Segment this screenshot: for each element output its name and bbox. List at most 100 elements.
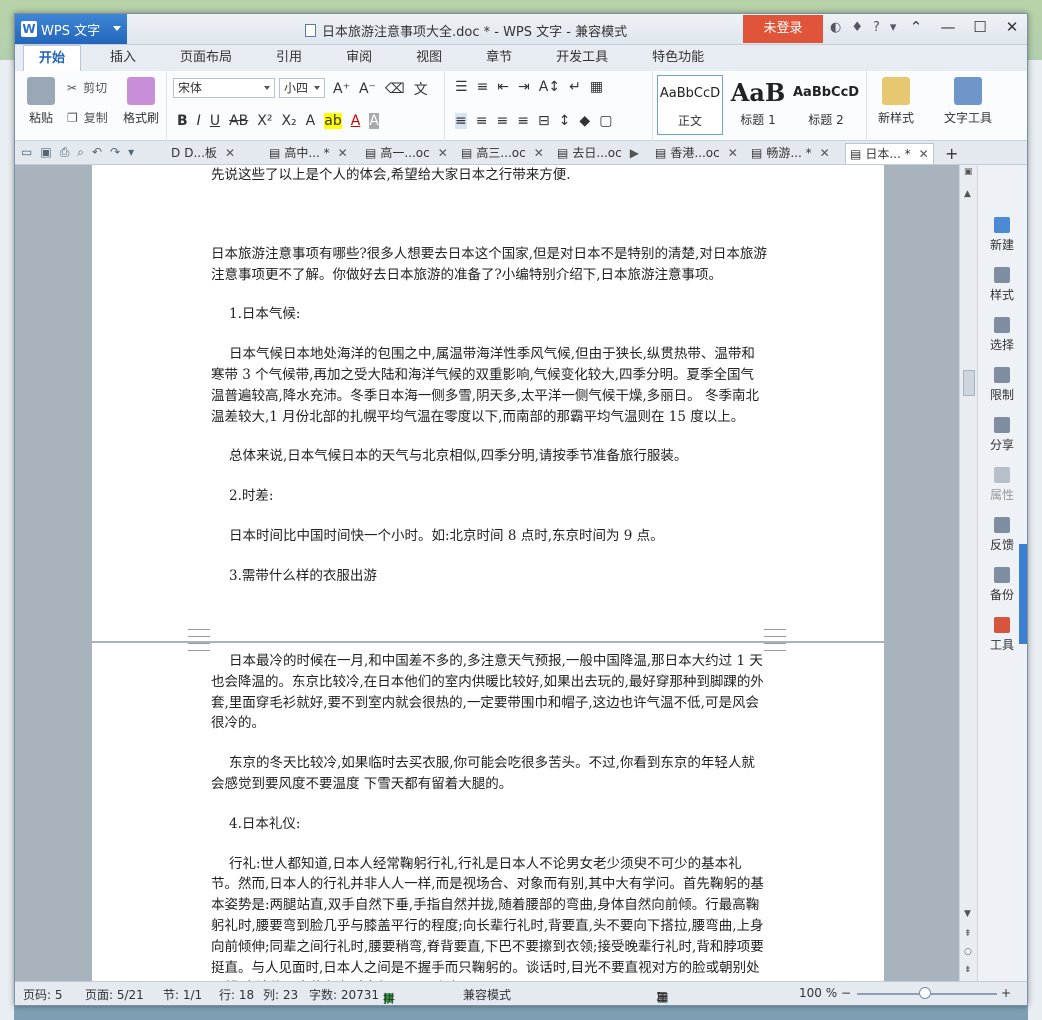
tab-review[interactable]: 审阅 [331,45,387,71]
undo-icon[interactable]: ↶ [92,145,102,160]
skin-icon[interactable]: ◐ [830,20,841,35]
doc-tab[interactable]: ▤ 高一...oc ✕ [365,143,448,164]
shrink-font-icon[interactable]: A⁻ [359,81,376,97]
indent-icon[interactable]: ⇥ [518,79,530,95]
redo-icon[interactable]: ↷ [110,145,120,160]
align-left-icon[interactable]: ≡ [455,113,467,129]
collapse-ribbon-icon[interactable]: ⌃ [905,18,927,36]
side-restrict[interactable]: 限制 [978,367,1026,403]
prev-page-icon[interactable]: ⇞ [964,929,972,939]
chevron-down-icon[interactable]: ▾ [128,145,134,160]
zoom-out-icon[interactable]: − [841,986,851,1000]
align-right-icon[interactable]: ≡ [496,113,508,129]
close-icon[interactable]: ✕ [820,143,830,164]
tab-view[interactable]: 视图 [401,45,457,71]
doc-tab[interactable]: D D...板 ✕ [171,143,235,164]
scroll-down-icon[interactable]: ▼ [964,909,971,919]
save-icon[interactable]: ▣ [40,145,51,160]
doc-tab[interactable]: ▤ 高三...oc ✕ [461,143,544,164]
status-page[interactable]: 页面: 5/21 [85,986,144,1003]
close-icon[interactable]: ✕ [1001,18,1023,36]
strikethrough-icon[interactable]: AB [229,113,248,129]
page-text[interactable]: 日本最冷的时候在一月,和中国差不多的,多注意天气预报,一般中国降温,那日本大约过… [211,651,767,981]
superscript-icon[interactable]: X² [257,113,272,129]
bold-icon[interactable]: B [177,113,188,129]
next-page-icon[interactable]: ⇟ [964,965,972,975]
tab-developer[interactable]: 开发工具 [541,45,623,71]
chevron-down-icon[interactable]: ▾ [890,20,897,35]
close-icon[interactable]: ✕ [728,143,738,164]
tab-special[interactable]: 特色功能 [637,45,719,71]
style-heading-1[interactable]: AaB 标题 1 [725,75,791,135]
number-list-icon[interactable]: ≡ [477,79,489,95]
font-name-select[interactable]: 宋体 [173,78,275,98]
print-icon[interactable]: ⎙ [60,145,70,160]
copy-button[interactable]: ❐ 复制 [67,109,108,126]
sort-icon[interactable]: A↕ [539,79,560,95]
cut-button[interactable]: ✂ 剪切 [67,79,107,96]
maximize-icon[interactable]: ☐ [969,18,991,36]
justify-icon[interactable]: ≡ [517,113,529,129]
web-view-icon[interactable]: ◫ [657,990,668,1004]
shading-icon[interactable]: ◆ [579,113,590,129]
zoom-slider-thumb[interactable] [919,987,931,999]
subscript-icon[interactable]: X₂ [281,113,296,129]
panel-toggle-icon[interactable]: ▣ [964,167,973,177]
open-icon[interactable]: ▭ [21,145,32,160]
tab-insert[interactable]: 插入 [95,45,151,71]
new-style-button[interactable]: 新样式 [867,71,925,126]
text-effect-icon[interactable]: A [306,113,316,129]
grow-font-icon[interactable]: A⁺ [333,81,350,97]
side-share[interactable]: 分享 [978,417,1026,453]
font-size-select[interactable]: 小四 [279,78,325,98]
outdent-icon[interactable]: ⇤ [497,79,509,95]
tab-references[interactable]: 引用 [261,45,317,71]
login-button[interactable]: 未登录 [743,15,823,43]
side-new[interactable]: 新建 [978,217,1026,253]
doc-tab[interactable]: ▤ 畅游... * ✕ [751,143,830,164]
clear-format-icon[interactable]: ⌫ [385,81,405,97]
tab-chapter[interactable]: 章节 [471,45,527,71]
zoom-level[interactable]: 100 % [799,986,837,1000]
minimize-icon[interactable]: — [937,18,959,36]
doc-tab[interactable]: ▤ 去日...oc ▶ [557,143,639,164]
style-normal[interactable]: AaBbCcD 正文 [657,75,723,135]
line-spacing-icon[interactable]: ↕ [559,113,571,129]
side-panel-expand-handle[interactable] [1019,544,1027,644]
close-icon[interactable]: ✕ [534,143,544,164]
vertical-scrollbar[interactable]: ▣ ▲ ▼ ⇞ ○ ⇟ [959,165,977,981]
zoom-in-icon[interactable]: + [1001,986,1011,1000]
side-style[interactable]: 样式 [978,267,1026,303]
tab-home[interactable]: 开始 [23,45,82,71]
preview-icon[interactable]: ⌕ [77,145,84,160]
doc-tab-active[interactable]: ▤ 日本... * ✕ [845,143,934,164]
phonetic-icon[interactable]: 文 [414,79,428,99]
side-select[interactable]: 选择 [978,317,1026,353]
shirt-icon[interactable]: ♦ [851,20,863,35]
format-painter-button[interactable]: 格式刷 [119,71,163,126]
side-properties[interactable]: 属性 [978,467,1026,503]
page-text[interactable]: 先说这些了以上是个人的体会,希望给大家日本之行带来方便. 日本旅游注意事项有哪些… [211,165,767,606]
status-words[interactable]: 字数: 20731 [309,986,379,1003]
paste-button[interactable]: 粘贴 [21,71,61,126]
scroll-up-icon[interactable]: ▲ [964,189,971,199]
highlight-icon[interactable]: ab [324,113,342,129]
close-icon[interactable]: ✕ [338,143,348,164]
help-icon[interactable]: ? [873,20,880,35]
border-icon[interactable]: ▢ [599,113,612,129]
text-tools-button[interactable]: 文字工具 [933,71,1003,126]
tab-page-layout[interactable]: 页面布局 [165,45,247,71]
select-browse-icon[interactable]: ○ [964,947,972,957]
char-shading-icon[interactable]: A [369,113,379,129]
italic-icon[interactable]: I [197,113,201,129]
font-color-icon[interactable]: A [351,113,361,129]
underline-icon[interactable]: U [210,113,220,129]
style-heading-2[interactable]: AaBbCcD 标题 2 [793,75,859,135]
show-marks-icon[interactable]: ↵ [569,79,581,95]
scroll-thumb[interactable] [963,370,975,396]
close-icon[interactable]: ✕ [438,143,448,164]
close-icon[interactable]: ✕ [225,143,235,164]
doc-tab[interactable]: ▤ 香港...oc ✕ [655,143,738,164]
app-menu-button[interactable]: W WPS 文字 [15,14,127,44]
new-tab-button[interactable]: + [945,143,958,164]
